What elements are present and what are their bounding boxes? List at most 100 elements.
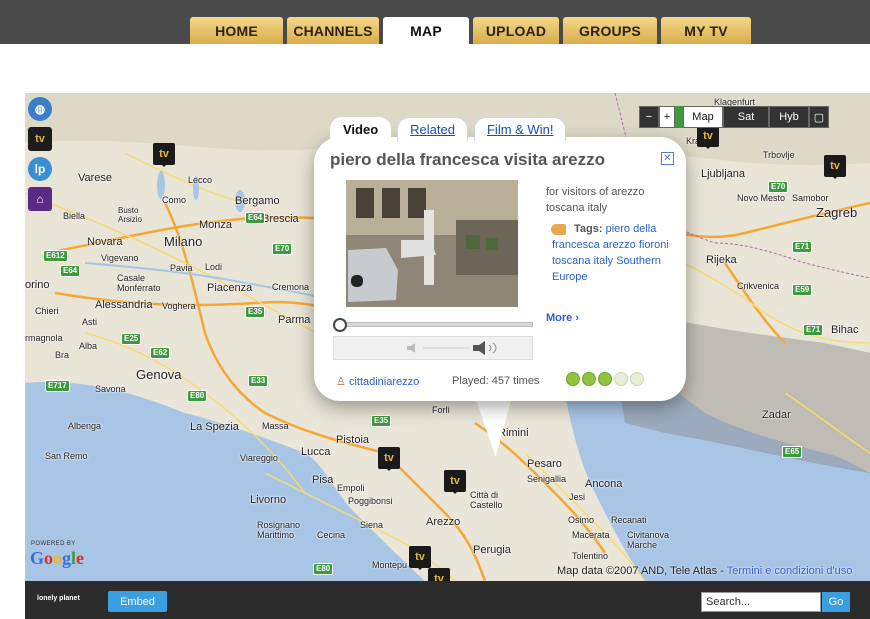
map-label-jesi: Jesi [569,492,586,502]
tv-icon[interactable]: tv [28,127,52,151]
rating-dot[interactable] [630,372,644,386]
popup-tab-related[interactable]: Related [397,117,468,141]
highway-shield: E35 [371,415,392,427]
map-label-milano: Milano [164,234,203,249]
map-label-montepulciano: Montepu [372,560,408,570]
google-logo: Google [30,548,85,568]
search-input[interactable] [701,592,821,612]
tv-marker-selected[interactable]: tv [444,470,466,494]
tab-my-tv[interactable]: MY TV [661,17,751,44]
tab-upload[interactable]: UPLOAD [473,17,559,44]
map-label-alba: Alba [79,341,98,351]
video-thumbnail[interactable] [346,180,518,307]
tv-marker[interactable]: tv [409,546,431,570]
map-type-map-button[interactable]: Map [683,106,723,128]
go-button[interactable]: Go [822,592,850,612]
uploader-link[interactable]: ♙ cittadiniarezzo [336,375,419,388]
rating-dot[interactable] [566,372,580,386]
tv-marker[interactable]: tv [153,143,175,167]
map-label-carmagnola: rmagnola [25,333,63,343]
map-label-arezzo: Arezzo [426,516,461,528]
map-data-text: Map data ©2007 AND, Tele Atlas - [557,565,727,577]
video-progress-bar[interactable] [333,317,533,335]
map-label-pavia: Pavia [170,263,193,273]
highway-shield: E65 [782,446,803,458]
tv-marker[interactable]: tv [378,447,400,471]
terms-link[interactable]: Termini e condizioni d'uso [727,565,853,577]
fullscreen-icon[interactable]: ▢ [809,106,829,128]
home-icon[interactable]: ⌂ [28,187,52,211]
highway-shield: E64 [60,265,81,277]
map-label-livorno: Livorno [250,494,287,506]
map-label-siena: Siena [360,520,384,530]
map-label-lodi: Lodi [205,262,223,272]
map-label-ljubljana: Ljubljana [701,168,746,180]
more-link[interactable]: More › [546,312,579,324]
map-type-hyb-button[interactable]: Hyb [769,106,809,128]
map-label-trbovlje: Trbovlje [763,150,795,160]
tv-marker[interactable]: tv [697,125,719,149]
map-label-chieri: Chieri [35,306,59,316]
map-label-citta-di-castello: Città di Castello [470,490,503,510]
progress-track [341,322,533,327]
rating-dot[interactable] [614,372,628,386]
tab-groups[interactable]: GROUPS [563,17,657,44]
map-label-alessandria: Alessandria [95,299,153,311]
tab-channels[interactable]: CHANNELS [287,17,379,44]
volume-control[interactable] [405,341,515,355]
video-description: for visitors of arezzo toscana italy [546,186,645,214]
map-label-bihac: Bihac [831,324,859,336]
tv-marker[interactable]: tv [824,155,846,179]
lonely-planet-icon[interactable]: lp [28,157,52,181]
popup-tab-video[interactable]: Video [330,117,392,141]
highway-shield: E64 [245,212,266,224]
map-label-samobor: Samobor [792,193,829,203]
map-label-bra: Bra [55,350,70,360]
map-label-savona: Savona [95,384,126,394]
progress-knob[interactable] [333,318,347,332]
map-type-sat-button[interactable]: Sat [723,106,769,128]
lonely-planet-logo: lonely planet [37,595,80,602]
embed-button[interactable]: Embed [108,591,167,612]
tab-map[interactable]: MAP [383,17,469,44]
map-label-rijeka: Rijeka [706,254,737,266]
map-label-viareggio: Viareggio [240,453,278,463]
highway-shield: E70 [272,243,293,255]
close-icon[interactable]: ✕ [661,152,674,165]
tab-home[interactable]: HOME [190,17,283,44]
play-count: Played: 457 times [452,375,540,387]
highway-shield: E612 [43,250,68,262]
map-label-tolentino: Tolentino [572,551,609,561]
map-label-crikvenica: Crikvenica [737,281,780,291]
map-label-civitanova: Civitanova Marche [627,530,670,550]
popup-video-title: piero della francesca visita arezzo [330,150,605,169]
map-label-pistoia: Pistoia [336,434,370,446]
highway-shield: E35 [245,306,266,318]
map-label-novara: Novara [87,236,123,248]
globe-icon[interactable]: ◍ [28,97,52,121]
map-label-ancona: Ancona [585,478,623,490]
highway-shield: E25 [121,333,142,345]
rating-stars[interactable] [566,372,644,386]
highway-shield: E33 [248,375,269,387]
map-label-piacenza: Piacenza [207,282,253,294]
map-label-novo-mesto: Novo Mesto [737,193,786,203]
rating-dot[interactable] [598,372,612,386]
map-label-albenga: Albenga [68,421,102,431]
zoom-slider[interactable] [675,106,683,128]
map-label-lucca: Lucca [301,446,331,458]
map-label-monza: Monza [199,219,233,231]
zoom-out-button[interactable]: − [639,106,659,128]
map-label-rosignano: Rosignano Marittimo [257,520,301,540]
main-tabs: HOME CHANNELS MAP UPLOAD GROUPS MY TV [190,17,751,44]
map-label-osimo: Osimo [568,515,595,525]
map-label-sanremo: San Remo [45,451,88,461]
zoom-in-button[interactable]: + [659,106,675,128]
map-label-forli: Forlì [432,405,450,415]
rating-dot[interactable] [582,372,596,386]
highway-shield: E59 [792,284,813,296]
map-label-zadar: Zadar [762,409,791,421]
map-label-empoli: Empoli [337,483,365,493]
uploader-name[interactable]: cittadiniarezzo [349,376,419,388]
popup-tab-film-win[interactable]: Film & Win! [473,117,567,141]
